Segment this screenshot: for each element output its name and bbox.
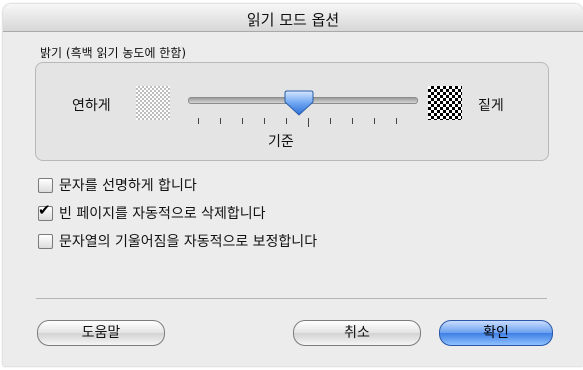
cancel-button[interactable]: 취소: [293, 320, 421, 346]
slider-tick: [198, 118, 199, 124]
slider-tick: [352, 118, 353, 124]
delete-blank-checkbox[interactable]: ✔: [38, 200, 53, 221]
brightness-slider-thumb[interactable]: [282, 89, 316, 117]
dark-label: 짙게: [478, 98, 504, 114]
delete-blank-label[interactable]: 빈 페이지를 자동적으로 삭제합니다: [59, 203, 266, 223]
light-label: 연하게: [72, 98, 111, 114]
slider-tick: [264, 118, 265, 124]
deskew-checkbox[interactable]: [38, 233, 53, 249]
help-button[interactable]: 도움말: [37, 320, 165, 346]
sharpen-label[interactable]: 문자를 선명하게 합니다: [59, 175, 197, 195]
sharpen-checkbox[interactable]: [38, 177, 53, 193]
slider-tick: [286, 118, 287, 124]
slider-ticks: [190, 118, 414, 128]
option-deskew-row[interactable]: 문자열의 기울어짐을 자동적으로 보정합니다: [38, 231, 317, 251]
slider-tick: [220, 118, 221, 124]
center-label: 기준: [268, 134, 294, 150]
option-sharpen-row[interactable]: 문자를 선명하게 합니다: [38, 175, 197, 195]
light-pattern-icon: [136, 86, 170, 120]
checkmark-icon: ✔: [38, 200, 51, 219]
dark-pattern-icon: [428, 86, 462, 120]
divider: [36, 298, 547, 299]
deskew-label[interactable]: 문자열의 기울어짐을 자동적으로 보정합니다: [59, 231, 317, 251]
slider-tick: [396, 118, 397, 124]
ok-button[interactable]: 확인: [439, 320, 553, 346]
slider-tick-center: [308, 118, 309, 127]
slider-tick: [330, 118, 331, 124]
brightness-group-label: 밝기 (흑백 읽기 농도에 한함): [40, 46, 187, 60]
option-delete-blank-row[interactable]: ✔ 빈 페이지를 자동적으로 삭제합니다: [38, 200, 266, 223]
slider-tick: [374, 118, 375, 124]
title-bar[interactable]: 읽기 모드 옵션: [3, 4, 583, 32]
dialog-title: 읽기 모드 옵션: [246, 11, 340, 29]
slider-tick: [242, 118, 243, 124]
